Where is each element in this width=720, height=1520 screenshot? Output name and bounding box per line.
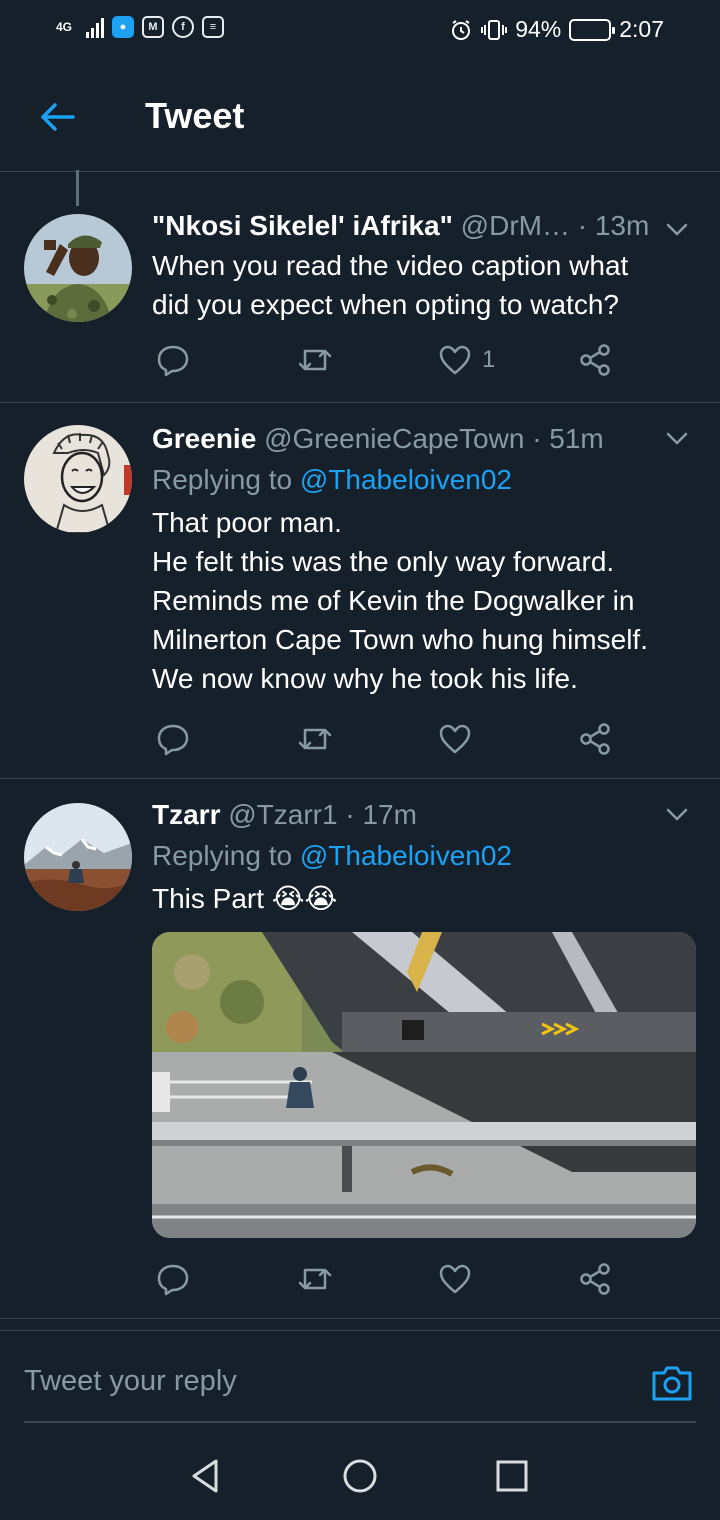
alarm-icon: [452, 19, 471, 40]
chevron-down-icon[interactable]: [662, 214, 692, 244]
tweet-text-line: When you read the video caption what: [152, 250, 629, 281]
tweet-text-line: did you expect when opting to watch?: [152, 289, 619, 320]
tweet-text: This Part 😭😭: [152, 879, 696, 918]
reply-input[interactable]: Tweet your reply: [24, 1365, 237, 1398]
tweet-text-line: Reminds me of Kevin the Dogwalker in: [152, 585, 635, 616]
network-type: 4G: [56, 19, 73, 34]
replying-to: Replying to @Thabeloiven02: [152, 462, 696, 498]
news-icon: ≡: [202, 16, 224, 38]
tweet-text-line: That poor man.: [152, 507, 342, 538]
signal-icon: [86, 16, 104, 38]
tweet[interactable]: "Nkosi Sikelel' iAfrika" @DrM… · 13m Whe…: [0, 170, 720, 403]
status-bar: 4G ● M f ≡ 94% 2:07: [0, 0, 720, 62]
tweet[interactable]: Greenie @GreenieCapeTown · 51m Replying …: [0, 403, 720, 779]
clock: 2:07: [619, 16, 664, 42]
like-count: 1: [482, 346, 496, 373]
video-media[interactable]: [152, 932, 696, 1238]
reply-icon: [157, 345, 189, 377]
reply-button[interactable]: [156, 1259, 190, 1299]
heart-icon: [439, 1264, 471, 1294]
replying-to: Replying to @Thabeloiven02: [152, 838, 696, 874]
user-handle[interactable]: @DrM…: [461, 210, 570, 241]
avatar[interactable]: [24, 214, 132, 322]
share-button[interactable]: [578, 340, 612, 380]
timestamp: · 51m: [532, 423, 604, 454]
tweet-text-line: We now know why he took his life.: [152, 663, 578, 694]
heart-icon: [439, 724, 471, 754]
tweet-text: When you read the video caption what did…: [152, 246, 696, 324]
reply-button[interactable]: [156, 719, 190, 759]
share-button[interactable]: [578, 1259, 612, 1299]
user-handle[interactable]: @Tzarr1: [228, 799, 337, 830]
nav-back-icon[interactable]: [186, 1456, 226, 1496]
share-icon: [580, 1263, 610, 1295]
share-button[interactable]: [578, 719, 612, 759]
reply-icon: [157, 724, 189, 756]
tweet-actions: 1: [152, 340, 622, 380]
camera-icon[interactable]: [650, 1361, 694, 1405]
retweet-button[interactable]: [297, 719, 333, 759]
reply-underline: [24, 1421, 696, 1423]
mention-link[interactable]: @Thabeloiven02: [300, 464, 512, 495]
facebook-icon: f: [172, 16, 194, 38]
tweet-body: "Nkosi Sikelel' iAfrika" @DrM… · 13m Whe…: [152, 208, 696, 324]
heart-icon: [439, 345, 471, 375]
nav-recents-icon[interactable]: [492, 1456, 532, 1496]
battery-percent: 94%: [515, 16, 562, 42]
status-right: 94% 2:07: [449, 16, 664, 43]
chevron-down-icon[interactable]: [662, 423, 692, 453]
chevron-down-icon[interactable]: [662, 799, 692, 829]
display-name[interactable]: Greenie: [152, 423, 256, 454]
system-nav-bar: [0, 1432, 720, 1520]
app-header: Tweet: [0, 62, 720, 172]
tweet[interactable]: Tzarr @Tzarr1 · 17m Replying to @Thabelo…: [0, 779, 720, 1319]
like-button[interactable]: [438, 719, 482, 759]
reply-composer: Tweet your reply: [0, 1330, 720, 1432]
retweet-icon: [298, 349, 332, 371]
tweet-body: Greenie @GreenieCapeTown · 51m Replying …: [152, 421, 696, 698]
tweet-text-line: He felt this was the only way forward.: [152, 546, 615, 577]
reply-button[interactable]: [156, 340, 190, 380]
display-name[interactable]: "Nkosi Sikelel' iAfrika": [152, 210, 453, 241]
replying-label: Replying to: [152, 464, 293, 495]
retweet-icon: [298, 1268, 332, 1290]
tweet-header: Tzarr @Tzarr1 · 17m: [152, 797, 696, 833]
like-button[interactable]: 1: [438, 340, 495, 380]
tweet-actions: [152, 719, 622, 759]
retweet-button[interactable]: [297, 1259, 333, 1299]
battery-icon: [569, 18, 616, 41]
replying-label: Replying to: [152, 840, 293, 871]
back-arrow-icon: [41, 103, 75, 131]
share-icon: [580, 723, 610, 755]
like-button[interactable]: [438, 1259, 482, 1299]
shield-app-icon: ●: [112, 16, 134, 38]
mention-link[interactable]: @Thabeloiven02: [300, 840, 512, 871]
avatar[interactable]: [24, 803, 132, 911]
timestamp: · 17m: [345, 799, 417, 830]
vibrate-icon: [481, 19, 508, 40]
nav-home-icon[interactable]: [340, 1456, 380, 1496]
tweet-actions: [152, 1259, 622, 1299]
tweet-text: That poor man. He felt this was the only…: [152, 503, 696, 698]
status-left: 4G ● M f ≡: [56, 16, 224, 38]
gmail-icon: M: [142, 16, 164, 38]
page-title: Tweet: [145, 95, 245, 136]
tweet-body: Tzarr @Tzarr1 · 17m Replying to @Thabelo…: [152, 797, 696, 918]
user-handle[interactable]: @GreenieCapeTown: [264, 423, 524, 454]
back-button[interactable]: [32, 92, 82, 142]
timestamp: · 13m: [577, 210, 650, 241]
tweet-header: "Nkosi Sikelel' iAfrika" @DrM… · 13m: [152, 208, 696, 244]
tweet-header: Greenie @GreenieCapeTown · 51m: [152, 421, 696, 457]
share-icon: [580, 344, 610, 376]
thread-line: [76, 170, 79, 206]
reply-icon: [157, 1264, 189, 1296]
display-name[interactable]: Tzarr: [152, 799, 220, 830]
retweet-icon: [298, 728, 332, 750]
tweet-text-line: Milnerton Cape Town who hung himself.: [152, 624, 648, 655]
tweet-text-line: This Part 😭😭: [152, 883, 338, 914]
avatar[interactable]: [24, 425, 132, 533]
retweet-button[interactable]: [297, 340, 333, 380]
